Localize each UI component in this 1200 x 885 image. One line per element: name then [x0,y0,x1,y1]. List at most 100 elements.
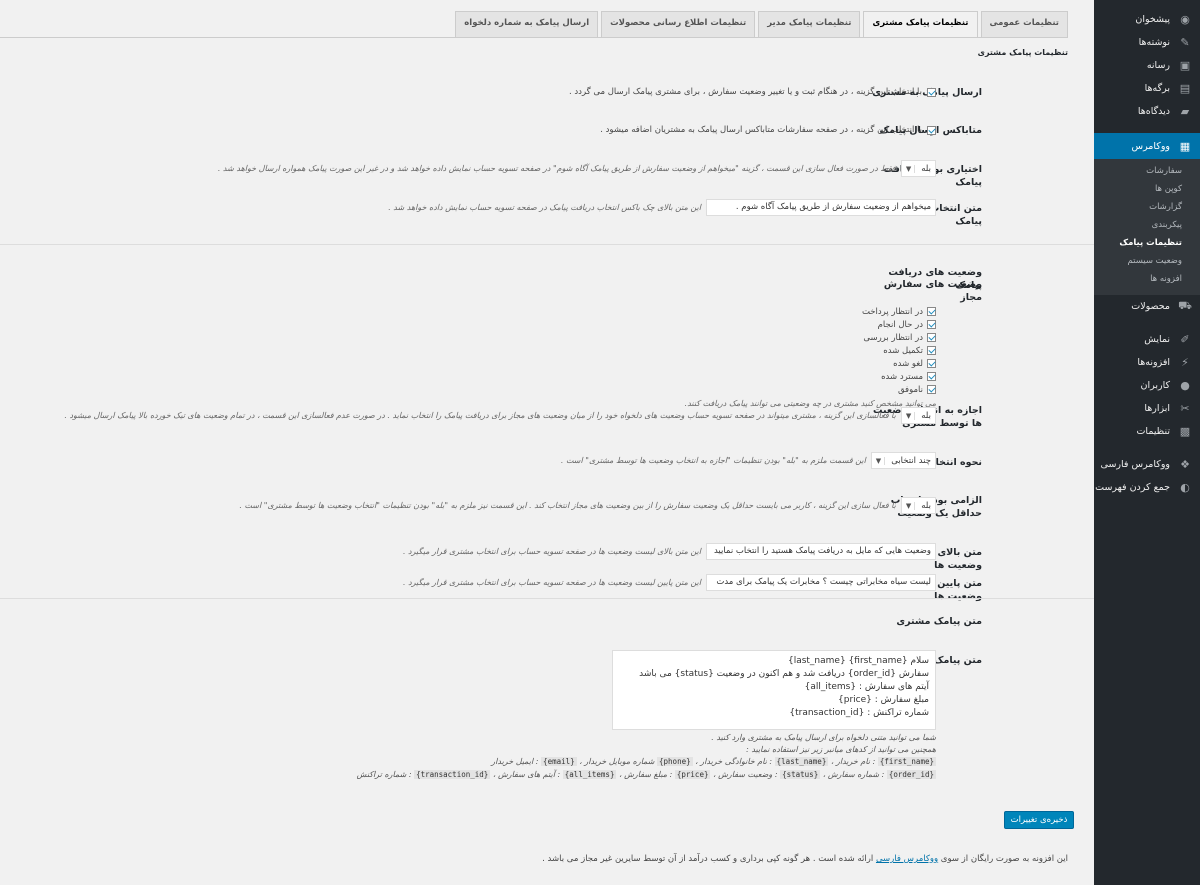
sidebar-item-tools[interactable]: ✂ ابزارها [1094,397,1200,420]
top-text-input[interactable]: وضعیت هایی که مایل به دریافت پیامک هستید… [706,543,936,560]
tab-divider [0,37,1068,38]
shortcode-desc: : مبلغ سفارش ، [616,770,675,779]
separator [0,598,1094,599]
woo-fa-icon: ❖ [1180,458,1190,471]
message-help-2: همچنین می توانید از کدهای میانبر زیر نیز… [746,745,936,754]
choose-mode-select[interactable]: چند انتخابی ▼ [870,452,936,469]
shortcode-desc: : شماره تراکنش [356,770,415,779]
sidebar-item-label: افزونه‌ها [1137,357,1170,368]
status-checkbox[interactable] [927,372,936,381]
dashboard-icon: ◉ [1180,13,1190,26]
metabox-checkbox[interactable] [927,125,936,135]
tab-general[interactable]: تنظیمات عمومی [980,11,1068,37]
choose-mode-desc: این قسمت ملزم به "بله" بودن تنظیمات "اجا… [560,456,866,465]
shortcode: {transaction_id} [414,770,491,779]
sidebar-item-woo-farsi[interactable]: ❖ ووکامرس فارسی [1094,453,1200,476]
footer-text: این افزونه به صورت رایگان از سوی [938,854,1068,864]
sidebar-item-comments[interactable]: ▰ دیدگاه‌ها [1094,100,1200,123]
woocommerce-submenu: سفارشات کوپن ها گزارشات پیکربندی تنظیمات… [1094,159,1200,295]
status-label: در انتظار پرداخت [861,306,923,317]
main-content: تنظیمات عمومی تنظیمات پیامک مشتری تنظیما… [0,0,1094,885]
message-textarea[interactable]: سلام {first_name} {last_name} سفارش {ord… [612,650,936,730]
bottom-text-field: لیست سیاه مخابراتی چیست ؟ مخابرات یک پیا… [403,574,936,591]
allow-choose-select[interactable]: بله ▼ [900,407,936,424]
status-item[interactable]: مسترد شده [685,371,936,382]
status-checkbox[interactable] [927,346,936,355]
sidebar-item-label: برگه‌ها [1144,83,1170,94]
status-item[interactable]: ناموفق [685,384,936,395]
shortcode: {order_id} [886,770,936,779]
status-item[interactable]: لغو شده [685,358,936,369]
tab-custom-number[interactable]: ارسال پیامک به شماره دلخواه [455,11,599,37]
footer-link[interactable]: ووکامرس فارسی [876,854,938,864]
status-checkbox[interactable] [927,333,936,342]
submenu-config[interactable]: پیکربندی [1094,217,1200,235]
optin-text-input[interactable]: میخواهم از وضعیت سفارش از طریق پیامک آگا… [706,199,936,216]
tab-product-notify[interactable]: تنظیمات اطلاع رسانی محصولات [601,11,756,37]
status-checkbox[interactable] [927,307,936,316]
sidebar-item-label: پیشخوان [1135,14,1170,25]
shortcode: {first_name} [877,757,936,766]
submenu-system-status[interactable]: وضعیت سیستم [1094,253,1200,271]
optional-desc: فقط در صورت فعال سازی این قسمت ، گزینه "… [217,164,896,173]
comment-icon: ▰ [1180,105,1190,118]
message-heading: متن پیامک مشتری [896,616,982,627]
sidebar-item-pages[interactable]: ▤ برگه‌ها [1094,77,1200,100]
status-label: لغو شده [893,358,923,369]
section-title: تنظیمات پیامک مشتری [977,48,1068,57]
shortcode-desc: : ایمیل خریدار [491,757,542,766]
chevron-down-icon: ▼ [906,164,916,173]
status-checkbox[interactable] [927,359,936,368]
shortcode-desc: شماره موبایل خریدار ، [576,757,658,766]
chevron-down-icon: ▼ [906,411,916,420]
sidebar-item-posts[interactable]: ✎ نوشته‌ها [1094,31,1200,54]
tab-customer-sms[interactable]: تنظیمات پیامک مشتری [863,11,978,38]
status-item[interactable]: در انتظار بررسی [685,332,936,343]
shortcode: {last_name} [774,757,829,766]
page-icon: ▤ [1179,82,1191,95]
submenu-coupons[interactable]: کوپن ها [1094,181,1200,199]
sidebar-item-label: نوشته‌ها [1138,37,1170,48]
bottom-text-input[interactable]: لیست سیاه مخابراتی چیست ؟ مخابرات یک پیا… [706,574,936,591]
sidebar-item-woocommerce[interactable]: ▦ ووکامرس [1094,133,1200,159]
sidebar-item-users[interactable]: ● کاربران [1094,374,1200,397]
submenu-addons[interactable]: افزونه ها [1094,271,1200,289]
sidebar-item-label: محصولات [1131,301,1170,312]
sidebar-item-settings[interactable]: ▩ تنظیمات [1094,420,1200,443]
sidebar-item-plugins[interactable]: ⚡ افزونه‌ها [1094,351,1200,374]
send-sms-checkbox[interactable] [927,87,936,97]
tab-admin-sms[interactable]: تنظیمات پیامک مدیر [758,11,861,37]
required-desc: با فعال سازی این گزینه ، کاربر می بایست … [239,501,896,510]
required-select[interactable]: بله ▼ [900,497,936,514]
required-field: بله ▼ با فعال سازی این گزینه ، کاربر می ب… [239,497,936,514]
bottom-text-desc: این متن پایین لیست وضعیت ها در صفحه تسوی… [403,578,701,587]
status-checkbox[interactable] [927,320,936,329]
optional-field: بله ▼ فقط در صورت فعال سازی این قسمت ، گز… [218,160,936,177]
status-item[interactable]: در انتظار پرداخت [685,306,936,317]
sidebar-item-label: تنظیمات [1136,426,1170,437]
sidebar-collapse[interactable]: ◐ جمع کردن فهرست [1094,476,1200,499]
optional-select-value: بله [921,163,931,174]
optin-text-field: میخواهم از وضعیت سفارش از طریق پیامک آگا… [388,199,936,216]
submenu-reports[interactable]: گزارشات [1094,199,1200,217]
sidebar-item-dashboard[interactable]: ◉ پیشخوان [1094,8,1200,31]
optin-text-desc: این متن بالای چک باکس انتخاب دریافت پیام… [388,203,701,212]
submenu-orders[interactable]: سفارشات [1094,163,1200,181]
status-checkbox[interactable] [927,385,936,394]
optional-select[interactable]: بله ▼ [900,160,936,177]
save-button[interactable]: ذخیره‌ی تغییرات [1004,811,1074,829]
sidebar-item-appearance[interactable]: ✐ نمایش [1094,328,1200,351]
shortcodes-line-1: {first_name} : نام خریدار ، {last_name} … [491,757,936,766]
sidebar-item-media[interactable]: ▣ رسانه [1094,54,1200,77]
sidebar-item-products[interactable]: ⛟ محصولات [1094,295,1200,318]
sidebar-item-label: ووکامرس [1131,140,1170,152]
allowed-statuses-list: در انتظار پرداخت در حال انجام در انتظار … [685,306,936,408]
status-item[interactable]: تکمیل شده [685,345,936,356]
status-item[interactable]: در حال انجام [685,319,936,330]
chevron-down-icon: ▼ [876,456,886,465]
shortcode-desc: : وضعیت سفارش ، [710,770,781,779]
footer-note: این افزونه به صورت رایگان از سوی ووکامرس… [268,853,1068,866]
submenu-sms-settings[interactable]: تنظیمات پیامک [1094,235,1200,253]
shortcode: {email} [541,757,577,766]
sidebar-item-label: ووکامرس فارسی [1100,459,1170,470]
